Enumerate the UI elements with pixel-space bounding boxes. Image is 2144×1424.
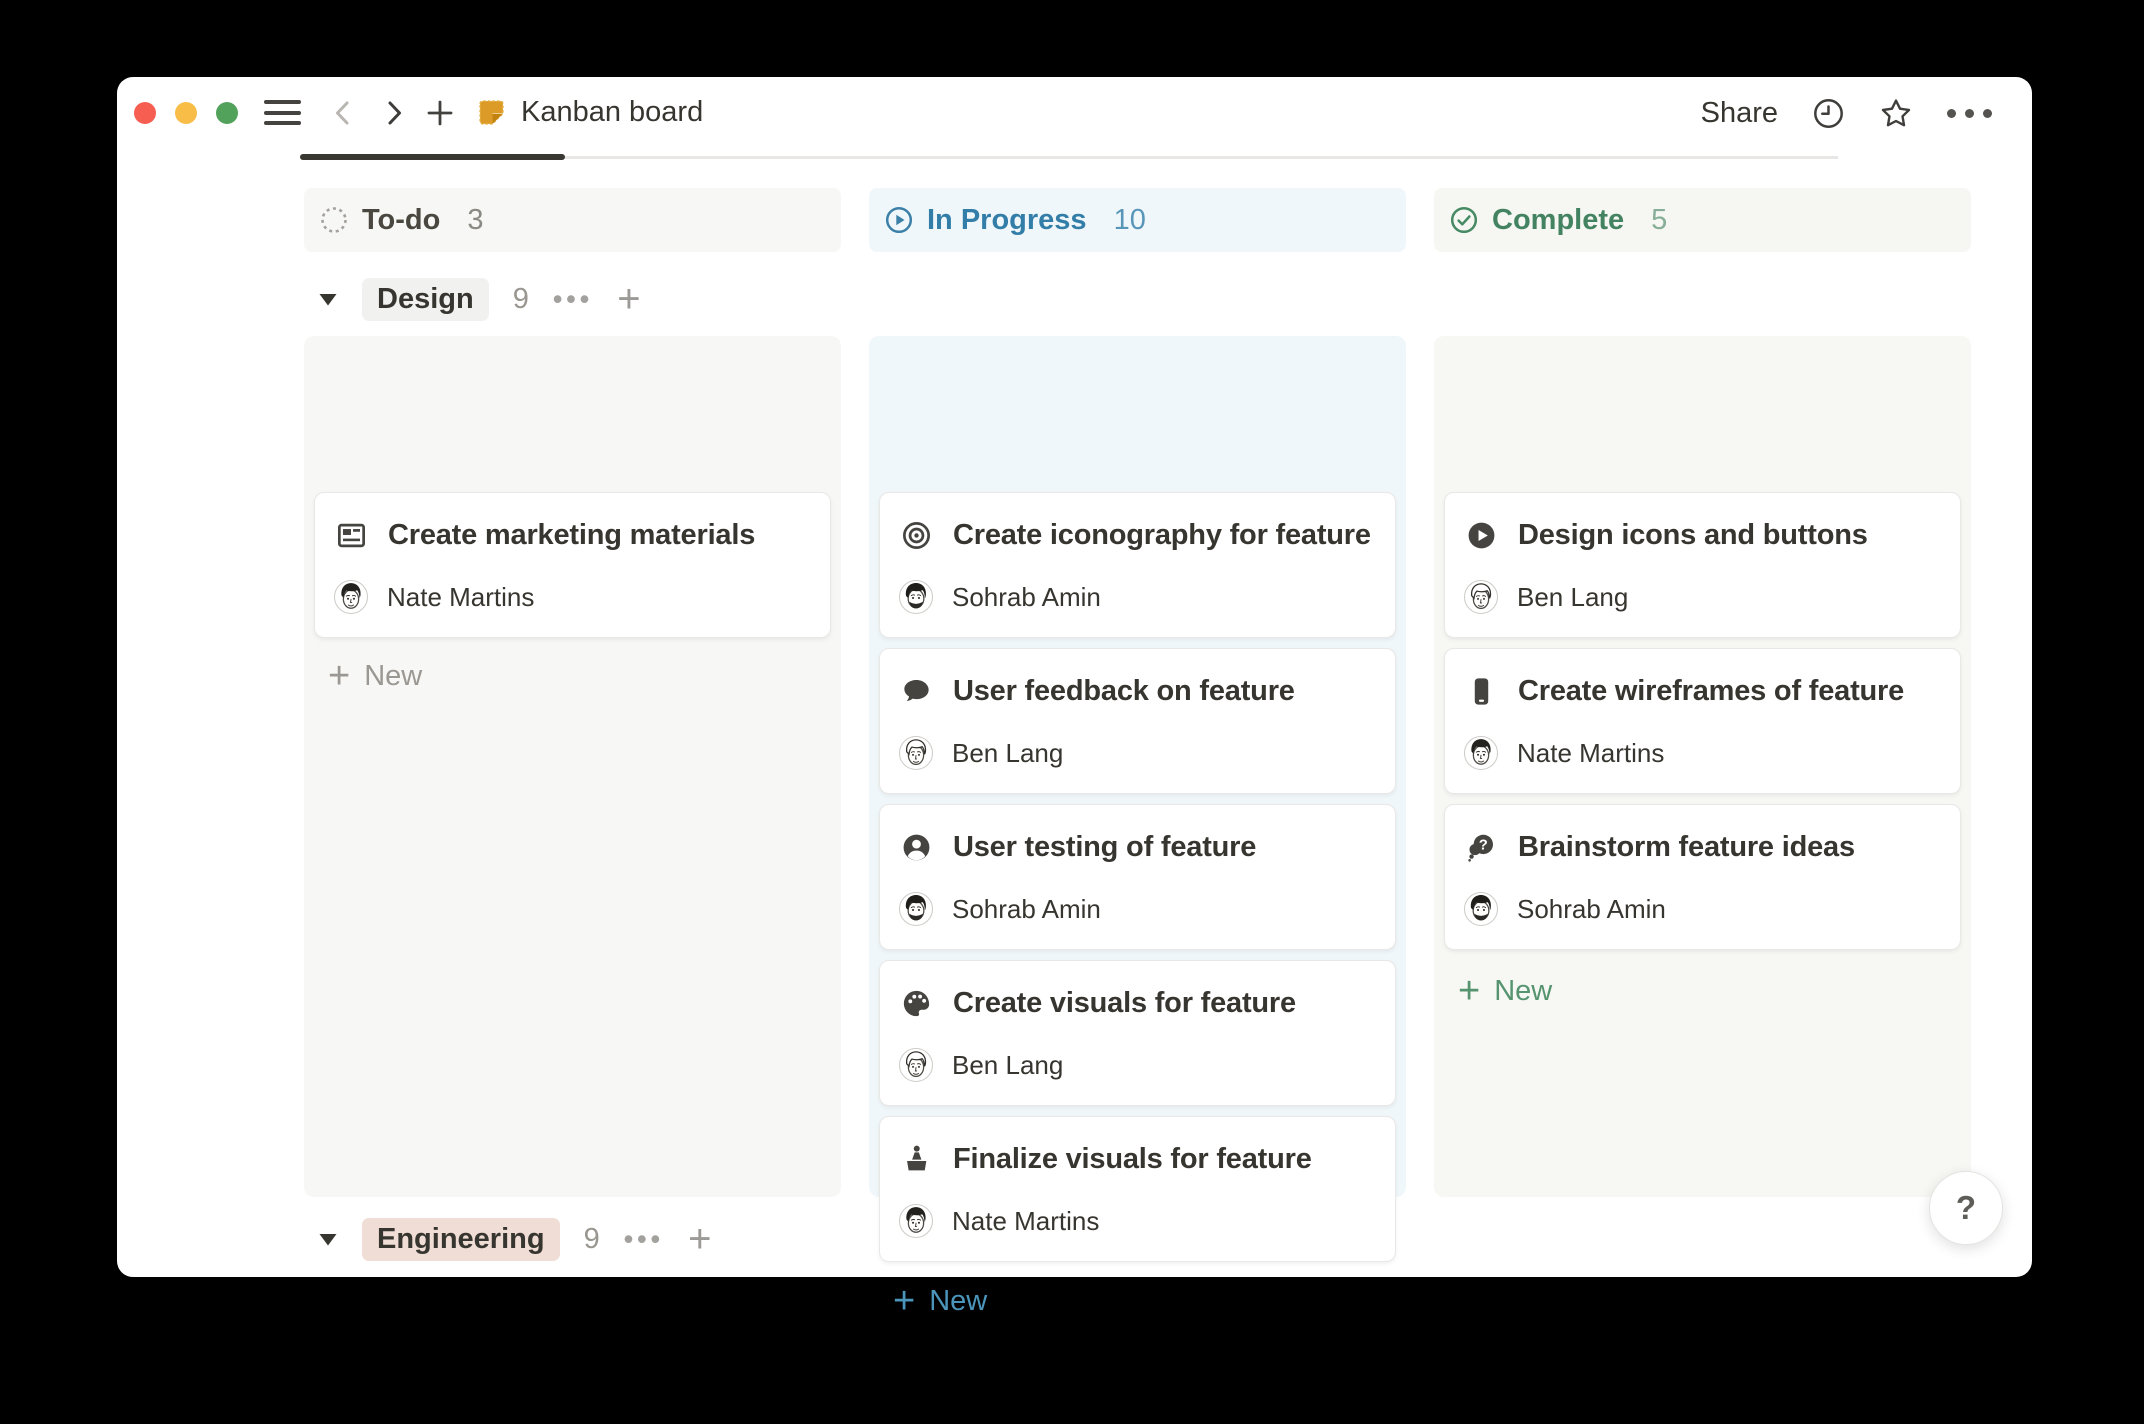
minimize-window-button[interactable] — [175, 102, 197, 124]
share-button[interactable]: Share — [1701, 97, 1778, 130]
more-options-icon[interactable] — [1947, 109, 1992, 118]
avatar — [1463, 579, 1499, 615]
column-complete: Complete 5 Design icons and buttons Ben … — [1434, 188, 1971, 1277]
plus-icon: + — [893, 1284, 915, 1318]
card[interactable]: Design icons and buttons Ben Lang — [1444, 492, 1961, 638]
assignee-name: Nate Martins — [952, 1206, 1099, 1237]
forward-icon[interactable] — [380, 98, 408, 128]
new-card-button[interactable]: + New — [893, 1281, 987, 1321]
group-engineering[interactable]: Engineering 9 ••• + — [318, 1216, 711, 1262]
column-body-todo: Create marketing materials Nate Martins … — [304, 336, 841, 1197]
card-title: Create visuals for feature — [953, 987, 1296, 1020]
page-emoji-icon — [477, 98, 506, 127]
avatar — [898, 1047, 934, 1083]
app-window: Kanban board Share Design 9 ••• + — [117, 77, 2032, 1277]
clock-icon[interactable] — [1812, 97, 1845, 130]
card[interactable]: User feedback on feature Ben Lang — [879, 648, 1396, 794]
target-icon — [901, 520, 932, 551]
paintbrush-icon — [901, 1144, 932, 1175]
card[interactable]: Brainstorm feature ideas Sohrab Amin — [1444, 804, 1961, 950]
group-pill[interactable]: Engineering — [362, 1218, 560, 1261]
card[interactable]: Create visuals for feature Ben Lang — [879, 960, 1396, 1106]
avatar — [1463, 891, 1499, 927]
group-add-icon[interactable]: + — [688, 1226, 711, 1252]
card-title: User testing of feature — [953, 831, 1256, 864]
assignee-name: Sohrab Amin — [952, 894, 1101, 925]
scroll-indicator[interactable] — [300, 154, 565, 160]
avatar — [898, 1203, 934, 1239]
card-title: Create marketing materials — [388, 519, 755, 552]
group-more-icon[interactable]: ••• — [624, 1224, 664, 1255]
column-label: To-do — [362, 204, 440, 237]
sidebar-toggle-icon[interactable] — [264, 100, 301, 125]
assignee-name: Ben Lang — [1517, 582, 1628, 613]
plus-icon: + — [328, 659, 350, 693]
assignee-name: Sohrab Amin — [1517, 894, 1666, 925]
avatar — [333, 579, 369, 615]
avatar — [898, 735, 934, 771]
column-label: In Progress — [927, 204, 1087, 237]
help-button[interactable]: ? — [1929, 1171, 2003, 1245]
column-count: 10 — [1114, 204, 1146, 237]
column-todo: To-do 3 Create marketing materials Nate … — [304, 188, 841, 1277]
assignee-name: Nate Martins — [387, 582, 534, 613]
star-icon[interactable] — [1879, 97, 1913, 130]
newspaper-icon — [336, 520, 367, 551]
card-title: Brainstorm feature ideas — [1518, 831, 1855, 864]
card-title: Design icons and buttons — [1518, 519, 1868, 552]
column-body-in-progress: Create iconography for feature Sohrab Am… — [869, 336, 1406, 1197]
card[interactable]: Create iconography for feature Sohrab Am… — [879, 492, 1396, 638]
avatar — [1463, 735, 1499, 771]
card-title: Create wireframes of feature — [1518, 675, 1904, 708]
dashed-circle-icon — [319, 205, 349, 235]
avatar — [898, 579, 934, 615]
new-page-icon[interactable] — [425, 98, 455, 128]
card-title: Create iconography for feature — [953, 519, 1371, 552]
new-card-button[interactable]: + New — [1458, 971, 1552, 1011]
column-count: 5 — [1651, 204, 1667, 237]
assignee-name: Ben Lang — [952, 1050, 1063, 1081]
group-count: 9 — [584, 1223, 600, 1256]
avatar — [898, 891, 934, 927]
column-count: 3 — [467, 204, 483, 237]
card[interactable]: User testing of feature Sohrab Amin — [879, 804, 1396, 950]
card[interactable]: Finalize visuals for feature Nate Martin… — [879, 1116, 1396, 1262]
zoom-window-button[interactable] — [216, 102, 238, 124]
card[interactable]: Create wireframes of feature Nate Martin… — [1444, 648, 1961, 794]
user-circle-icon — [901, 832, 932, 863]
card-title: User feedback on feature — [953, 675, 1295, 708]
close-window-button[interactable] — [134, 102, 156, 124]
back-icon[interactable] — [329, 98, 357, 128]
column-header-todo[interactable]: To-do 3 — [304, 188, 841, 252]
speech-bubble-icon — [901, 676, 932, 707]
column-header-in-progress[interactable]: In Progress 10 — [869, 188, 1406, 252]
card-title: Finalize visuals for feature — [953, 1143, 1312, 1176]
palette-icon — [901, 988, 932, 1019]
collapse-triangle-icon[interactable] — [318, 1232, 338, 1247]
thought-bubble-icon — [1466, 832, 1497, 863]
play-circle-filled-icon — [1466, 520, 1497, 551]
play-circle-outline-icon — [884, 205, 914, 235]
column-in-progress: In Progress 10 Create iconography for fe… — [869, 188, 1406, 1277]
page-title: Kanban board — [521, 96, 703, 129]
column-header-complete[interactable]: Complete 5 — [1434, 188, 1971, 252]
mobile-phone-icon — [1466, 676, 1497, 707]
kanban-board: Design 9 ••• + To-do 3 Create marketing … — [304, 188, 2032, 1277]
new-card-button[interactable]: + New — [328, 656, 422, 696]
plus-icon: + — [1458, 974, 1480, 1008]
column-body-complete: Design icons and buttons Ben Lang Create… — [1434, 336, 1971, 1197]
assignee-name: Nate Martins — [1517, 738, 1664, 769]
assignee-name: Sohrab Amin — [952, 582, 1101, 613]
card[interactable]: Create marketing materials Nate Martins — [314, 492, 831, 638]
column-label: Complete — [1492, 204, 1624, 237]
check-circle-icon — [1449, 205, 1479, 235]
assignee-name: Ben Lang — [952, 738, 1063, 769]
traffic-lights — [134, 102, 238, 124]
